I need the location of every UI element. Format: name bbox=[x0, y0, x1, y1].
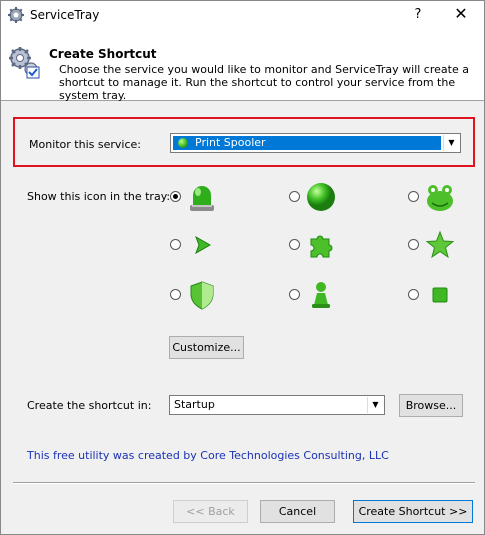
puzzle-piece-icon[interactable] bbox=[305, 229, 337, 261]
green-ball-icon[interactable] bbox=[305, 181, 337, 213]
service-tray-window: ServiceTray ? ✕ Create Shortcut Choose t… bbox=[0, 0, 485, 535]
create-shortcut-button[interactable]: Create Shortcut >> bbox=[353, 500, 473, 523]
shortcut-location-dropdown[interactable]: Startup ▼ bbox=[169, 395, 385, 415]
status-dot-icon bbox=[178, 138, 188, 148]
chevron-down-icon[interactable]: ▼ bbox=[443, 135, 459, 151]
page-description: Choose the service you would like to mon… bbox=[59, 63, 469, 102]
window-title: ServiceTray bbox=[30, 8, 100, 22]
tray-radio-2[interactable] bbox=[289, 191, 300, 202]
service-dropdown[interactable]: Print Spooler ▼ bbox=[170, 133, 461, 153]
tray-radio-6[interactable] bbox=[408, 239, 419, 250]
tray-radio-8[interactable] bbox=[289, 289, 300, 300]
back-button[interactable]: << Back bbox=[173, 500, 248, 523]
help-button[interactable]: ? bbox=[401, 1, 435, 29]
tray-radio-5[interactable] bbox=[289, 239, 300, 250]
page-title: Create Shortcut bbox=[49, 47, 157, 61]
green-square-icon[interactable] bbox=[424, 279, 456, 311]
play-arrow-icon[interactable] bbox=[186, 229, 218, 261]
game-pawn-icon[interactable] bbox=[305, 279, 337, 311]
green-frog-icon[interactable] bbox=[424, 181, 456, 213]
app-gear-icon bbox=[8, 7, 24, 23]
tray-radio-7[interactable] bbox=[170, 289, 181, 300]
footer-divider bbox=[13, 482, 475, 484]
shortcut-location-label: Create the shortcut in: bbox=[27, 399, 152, 412]
beacon-light-icon[interactable] bbox=[186, 181, 218, 213]
tray-radio-1[interactable] bbox=[170, 191, 181, 202]
shortcut-location-value: Startup bbox=[174, 398, 215, 411]
monitor-service-label: Monitor this service: bbox=[29, 138, 141, 151]
tray-icon-label: Show this icon in the tray: bbox=[27, 190, 171, 203]
green-shield-icon[interactable] bbox=[186, 279, 218, 311]
tray-radio-9[interactable] bbox=[408, 289, 419, 300]
cancel-button[interactable]: Cancel bbox=[260, 500, 335, 523]
service-highlight-frame: Monitor this service: Print Spooler ▼ bbox=[13, 117, 475, 167]
tray-radio-4[interactable] bbox=[170, 239, 181, 250]
close-button[interactable]: ✕ bbox=[441, 1, 481, 29]
service-selected-item: Print Spooler bbox=[173, 136, 441, 150]
green-star-icon[interactable] bbox=[424, 229, 456, 261]
service-selected-label: Print Spooler bbox=[195, 136, 266, 149]
browse-button[interactable]: Browse... bbox=[399, 394, 463, 417]
credit-text: This free utility was created by Core Te… bbox=[27, 449, 389, 462]
tray-radio-3[interactable] bbox=[408, 191, 419, 202]
chevron-down-icon[interactable]: ▼ bbox=[367, 397, 383, 413]
wizard-header: Create Shortcut Choose the service you w… bbox=[1, 29, 484, 102]
settings-gears-icon bbox=[9, 47, 40, 79]
customize-button[interactable]: Customize... bbox=[169, 336, 244, 359]
title-bar: ServiceTray ? ✕ bbox=[1, 1, 484, 29]
